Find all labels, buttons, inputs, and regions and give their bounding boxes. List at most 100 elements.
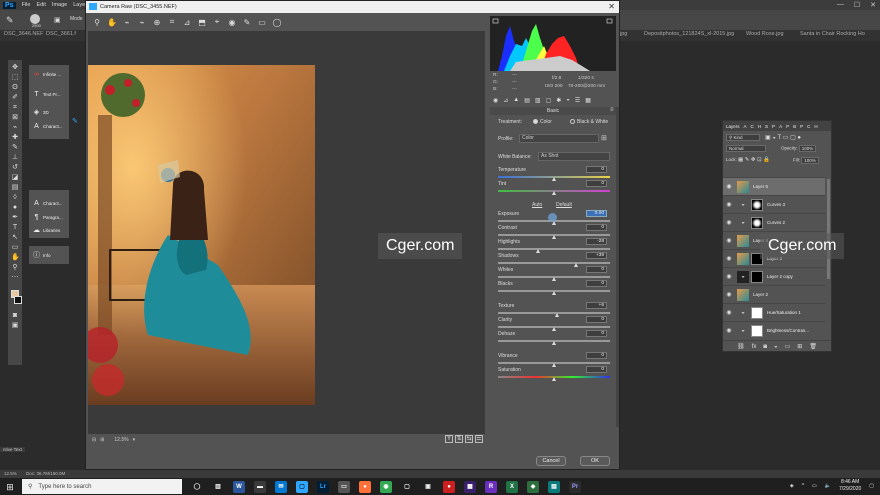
layer-style-icon[interactable]: fx [752,344,757,350]
frame-tool-icon[interactable]: ⊠ [11,114,19,122]
healing-tool-icon[interactable]: ✚ [11,134,19,142]
highlights-value[interactable]: -28 [586,238,607,245]
ok-button[interactable]: OK [580,456,610,466]
task-view-icon[interactable]: ◯ [191,481,203,493]
tray-app-icon[interactable]: ◈ [790,483,794,489]
zoom-level[interactable]: 12.5% [114,437,128,443]
menu-edit[interactable]: Edit [36,2,45,8]
visibility-eye-icon[interactable]: ◉ [723,273,735,280]
app-icon-1[interactable]: ▢ [401,481,413,493]
profile-select[interactable]: Color [519,134,599,143]
contrast-value[interactable]: 0 [586,224,607,231]
tint-value[interactable]: 0 [586,180,607,187]
minimize-icon[interactable]: — [837,1,844,9]
history-brush-icon[interactable]: ↺ [11,164,19,172]
side-item-character[interactable]: A Charact... [33,123,62,130]
type-tool-icon[interactable]: T [11,224,19,232]
detail-icon[interactable]: ▲ [513,97,519,103]
texture-slider-thumb[interactable] [555,313,560,317]
path-select-icon[interactable]: ↖ [11,234,19,242]
opacity-control[interactable]: Opacity: 100% [781,145,817,152]
layer-row[interactable]: ◉ ◒ Layer 2 copy [723,267,825,285]
shadows-slider[interactable] [498,262,610,264]
side-item-info[interactable]: ⓘ Info [33,252,51,259]
panel-scrollbar[interactable] [616,107,619,427]
chrome-icon[interactable]: ◉ [380,480,392,493]
layer-mask-thumbnail[interactable] [751,270,763,283]
fill-control[interactable]: Fill: 100% [793,157,819,164]
move-tool-icon[interactable]: ✥ [11,64,19,72]
filter-icons[interactable]: ▣ ◒ T ▭ ▢ ● [765,134,801,141]
presets-icon[interactable]: ☰ [575,97,580,104]
treatment-color-option[interactable]: Color [531,119,552,125]
blend-mode-select[interactable]: Normal [726,145,766,152]
folder-icon[interactable]: ▭ [338,480,350,493]
screen-mode-icon[interactable]: ▣ [11,322,19,330]
eyedropper-tool-icon[interactable]: ⌁ [11,124,19,132]
photoshop-taskbar-icon[interactable]: ▢ [296,480,308,493]
calibration-icon[interactable]: ◒ [566,97,570,103]
quick-mask-icon[interactable]: ◙ [11,312,19,320]
tab-a2[interactable]: A [779,124,782,129]
gradient-tool-icon[interactable]: ▤ [11,184,19,192]
preferences-icon[interactable]: ☰ [475,435,483,443]
panel-menu-icon[interactable]: ≡ [610,107,614,113]
crop-tool-icon[interactable]: ⌗ [167,17,177,27]
zoom-tool-icon[interactable]: ⚲ [11,264,19,272]
visibility-eye-icon[interactable]: ◉ [723,237,735,244]
white-balance-tool-icon[interactable]: ⌁ [122,18,132,27]
layer-row[interactable]: ◉ ◒ Brightness/Contras... [723,321,825,337]
brush-settings-icon[interactable]: ✎ [72,117,78,125]
side-item-libraries[interactable]: ☁ Libraries [33,227,60,234]
menu-layer[interactable]: Laye [73,2,85,8]
visibility-eye-icon[interactable]: ◉ [723,309,735,316]
excel-icon[interactable]: X [506,480,518,493]
temperature-value[interactable]: 0 [586,166,607,173]
spot-removal-icon[interactable]: ⌖ [212,17,222,27]
visibility-eye-icon[interactable]: ◉ [723,327,735,334]
network-icon[interactable]: ▭ [812,483,817,489]
crop-tool-icon[interactable]: ⌗ [11,104,19,112]
close-icon[interactable]: ✕ [870,1,876,9]
vibrance-value[interactable]: 0 [586,352,607,359]
tab-c2[interactable]: C [807,124,810,129]
dehaze-slider-thumb[interactable] [552,341,556,345]
visibility-eye-icon[interactable]: ◉ [723,255,735,262]
layer-row[interactable]: ◉ ◒ Curves 3 [723,195,825,213]
highlights-slider[interactable] [498,248,610,250]
vibrance-slider-thumb[interactable] [552,363,556,367]
dehaze-value[interactable]: 0 [586,330,607,337]
layer-row[interactable]: ◉ ◒ Curves 2 [723,213,825,231]
adjustment-brush-icon[interactable]: ✎ [242,18,252,27]
link-layers-icon[interactable]: ⛓ [737,343,745,350]
file-explorer-icon[interactable]: ▬ [254,480,266,493]
blacks-slider-thumb[interactable] [552,291,556,295]
taskbar-search[interactable]: ⚲ Type here to search [22,479,182,494]
saturation-slider-thumb[interactable] [552,377,556,381]
record-icon[interactable]: ● [443,480,455,493]
layer-row[interactable]: ◉ Layer 5 [723,177,825,195]
highlights-slider-thumb[interactable] [536,249,541,253]
side-item-paragraph[interactable]: ¶ Paragra... [33,214,63,221]
tab-p2[interactable]: P [786,124,789,129]
tab-doc-3[interactable]: jpg [620,31,627,37]
tone-curve-icon[interactable]: ⊿ [503,97,508,104]
contrast-slider-thumb[interactable] [552,235,556,239]
tab-h[interactable]: H [758,124,761,129]
visibility-eye-icon[interactable]: ◉ [723,219,735,226]
clarity-slider-thumb[interactable] [552,327,556,331]
whites-slider-thumb[interactable] [552,277,556,281]
eraser-tool-icon[interactable]: ◪ [11,174,19,182]
profile-browser-icon[interactable]: ⊞ [601,134,607,142]
premiere-icon[interactable]: Pr [569,480,581,493]
hsl-icon[interactable]: ▤ [524,97,530,104]
windows-start-icon[interactable]: ⊞ [4,481,16,493]
maximize-icon[interactable]: ☐ [854,1,860,9]
new-layer-icon[interactable]: ⊞ [797,343,802,350]
app-icon-4[interactable]: R [485,480,497,493]
chevron-down-icon[interactable]: ▾ [133,437,136,443]
stamp-tool-icon[interactable]: ⊥ [11,154,19,162]
targeted-adjust-icon[interactable]: ⊕ [152,18,162,27]
layer-mask-thumbnail[interactable] [751,198,763,211]
tab-layers[interactable]: Layers [726,124,740,129]
